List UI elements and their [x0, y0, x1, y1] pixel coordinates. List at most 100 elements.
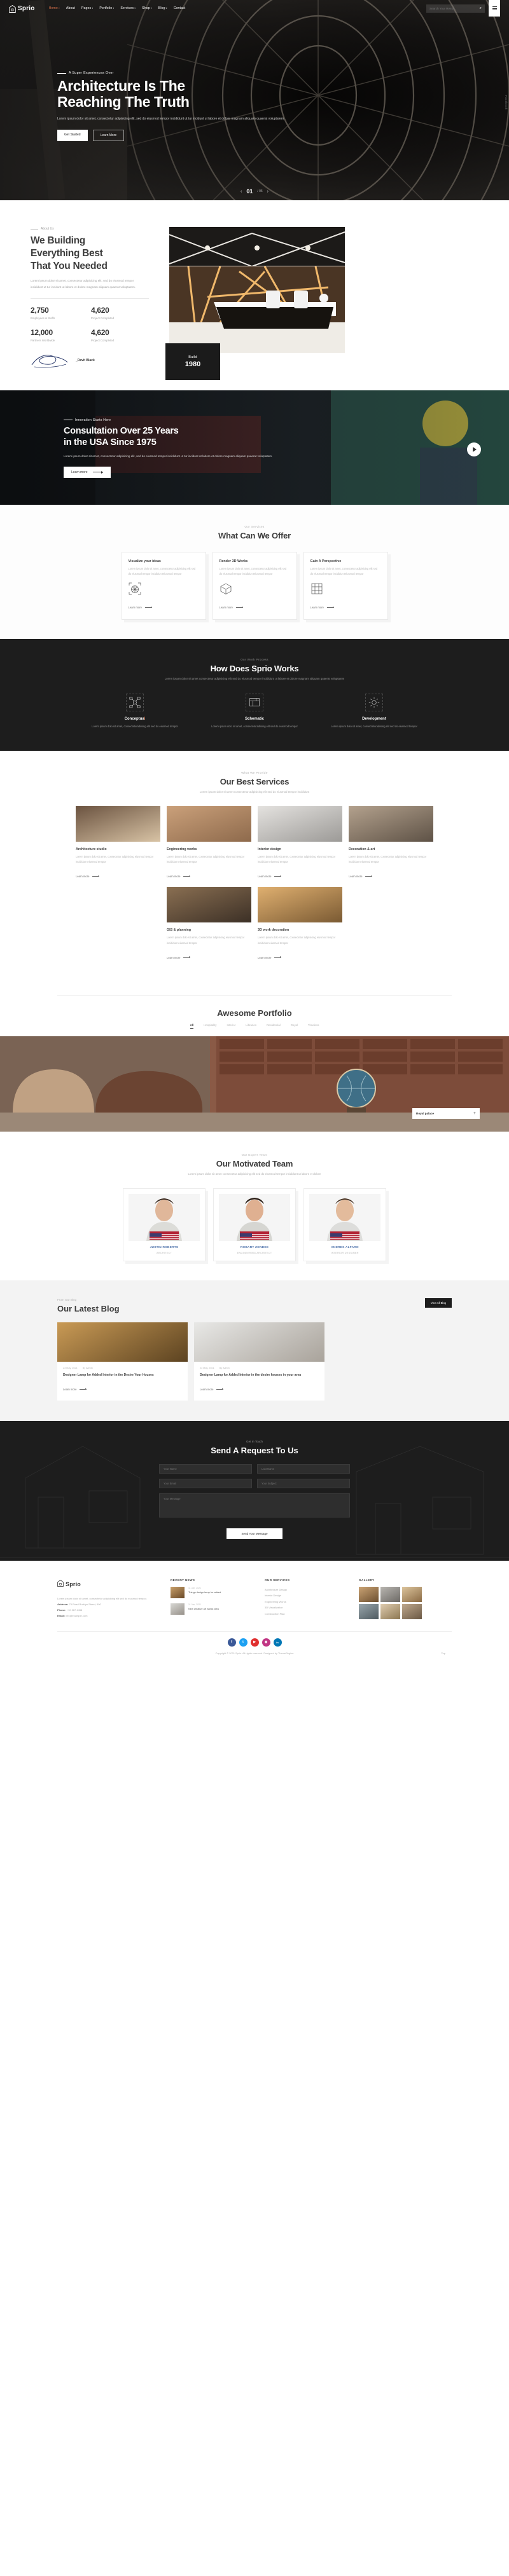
gallery-thumb[interactable]: [402, 1586, 422, 1602]
blog-card-link[interactable]: Learn more: [200, 1388, 224, 1391]
stat-value: 4,620: [91, 327, 109, 337]
gallery-thumb[interactable]: [402, 1603, 422, 1619]
email-field[interactable]: [159, 1478, 252, 1488]
play-video-button[interactable]: [467, 442, 481, 456]
team-member-card[interactable]: JUSTIN ROBERTS ARCHITECT: [123, 1188, 206, 1262]
service-link[interactable]: Learn more: [258, 875, 282, 878]
hero-title-line1: Architecture Is The: [57, 78, 185, 94]
service-card[interactable]: Architecture studio Lorem ipsum dolo sit…: [76, 806, 160, 880]
logo[interactable]: Sprio: [9, 4, 35, 13]
footer-services-title: OUR SERVICES: [265, 1578, 290, 1582]
nav-item-pages[interactable]: Pages▾: [81, 6, 93, 10]
scroll-to-top-button[interactable]: Top: [442, 1652, 445, 1655]
offer-card[interactable]: Gain A Perspective Lorem ipsum dolo sit …: [303, 551, 388, 620]
gallery-thumb[interactable]: [359, 1586, 379, 1602]
gallery-thumb[interactable]: [380, 1603, 400, 1619]
footer-news-item[interactable]: 11 Jan, 2021 Things design lamp for adde…: [171, 1586, 253, 1598]
footer-service-link[interactable]: 3D Visualization: [265, 1605, 347, 1611]
footer-logo[interactable]: Sprio: [57, 1579, 159, 1590]
portfolio-tab-residential[interactable]: Residential: [267, 1024, 281, 1029]
lastname-field[interactable]: [257, 1463, 350, 1474]
footer-service-link[interactable]: Construction Plan: [265, 1611, 347, 1617]
menu-toggle-button[interactable]: [489, 0, 500, 17]
blog-card-link[interactable]: Learn more: [63, 1388, 87, 1391]
footer-service-link[interactable]: Interior Design: [265, 1593, 347, 1599]
offer-card[interactable]: Visualize your ideas Lorem ipsum dolo si…: [121, 551, 206, 620]
nav-item-blog[interactable]: Blog▾: [158, 6, 167, 10]
arrow-right-icon: [274, 875, 282, 877]
offer-card[interactable]: Render 3D Works Lorem ipsum dolo sit ame…: [212, 551, 297, 620]
twitter-icon[interactable]: t: [239, 1638, 248, 1647]
blog-thumbnail: [57, 1322, 188, 1362]
blog-card[interactable]: 23 May, 2021 By Admin Designer Lamp for …: [57, 1322, 188, 1401]
service-card[interactable]: 3D work decoration Lorem ipsum dolo sit …: [258, 887, 342, 961]
portfolio-expand-icon[interactable]: +: [473, 1111, 476, 1116]
works-heading: Our Work Process How Does Sprio Works Lo…: [57, 658, 452, 682]
gallery-thumb[interactable]: [380, 1586, 400, 1602]
gallery-thumb[interactable]: [359, 1603, 379, 1619]
portfolio-tab-libraries[interactable]: Libraries: [246, 1024, 256, 1029]
view-all-blog-button[interactable]: View All Blog: [424, 1298, 452, 1308]
footer-service-link[interactable]: Architecture Design: [265, 1587, 347, 1593]
footer-news-title: RECENT NEWS: [171, 1578, 195, 1582]
portfolio-tab-all[interactable]: All: [190, 1024, 194, 1029]
nav-item-shop[interactable]: Shop▾: [142, 6, 152, 10]
portfolio-tab-hospitality[interactable]: Hospitality: [204, 1024, 216, 1029]
slider-prev-icon[interactable]: ‹: [241, 189, 242, 194]
about-grid: About Us We Building Everything Best Tha…: [0, 227, 509, 380]
youtube-icon[interactable]: ▶: [250, 1638, 259, 1647]
slider-next-icon[interactable]: ›: [267, 189, 268, 194]
nav-item-services[interactable]: Services▾: [120, 6, 136, 10]
main-nav: Home▾ About Pages▾ Portfolio▾ Services▾ …: [49, 6, 186, 10]
service-link[interactable]: Learn more: [258, 956, 282, 959]
consultation-learn-more-button[interactable]: Learn more: [64, 466, 111, 478]
portfolio-gallery-strip[interactable]: Royal palace +: [0, 1036, 509, 1132]
nav-item-portfolio[interactable]: Portfolio▾: [99, 6, 114, 10]
service-link[interactable]: Learn more: [76, 875, 100, 878]
name-field[interactable]: [159, 1463, 252, 1474]
footer-address-value: 75 Road Broklyn Street, 600: [69, 1602, 101, 1606]
footer-phone-value[interactable]: +10 367 4458: [67, 1608, 83, 1612]
search-box[interactable]: ⌕: [426, 4, 485, 13]
flag-icon: [240, 1231, 269, 1240]
service-card[interactable]: Engineering works Lorem ipsum dolo sit a…: [167, 806, 251, 880]
subject-field[interactable]: [257, 1478, 350, 1488]
team-subtitle: Lorem ipsum dolor sit amet consectetur a…: [188, 1172, 321, 1175]
get-started-button[interactable]: Get Started: [57, 129, 88, 141]
send-message-button[interactable]: Send Your Message: [227, 1528, 282, 1539]
offer-card-link[interactable]: Learn more: [129, 606, 152, 609]
offer-card-link[interactable]: Learn more: [220, 606, 243, 609]
service-link[interactable]: Learn more: [167, 956, 191, 959]
side-social-facebook[interactable]: Facebook: [505, 95, 508, 109]
portfolio-tab-interior[interactable]: Interior: [227, 1024, 236, 1029]
nav-item-contact[interactable]: Contact: [174, 6, 186, 10]
nav-item-about[interactable]: About: [66, 6, 75, 10]
footer-service-link[interactable]: Engineering Works: [265, 1599, 347, 1605]
portfolio-tab-timeless[interactable]: Timeless: [308, 1024, 319, 1029]
footer-gallery-title: GALLERY: [359, 1578, 375, 1582]
team-member-card[interactable]: ANDRES ALFARO INTERIOR DESIGNER: [303, 1188, 386, 1262]
service-card[interactable]: Decoration & art Lorem ipsum dolo sit am…: [349, 806, 433, 880]
service-card[interactable]: GIS & planning Lorem ipsum dolo sit amet…: [167, 887, 251, 961]
blog-card[interactable]: 23 May, 2021 By Admin Designer Lamp for …: [194, 1322, 324, 1401]
offer-card-text: Lorem ipsum dolo sit amet, consectetur a…: [128, 566, 196, 575]
search-input[interactable]: [429, 6, 477, 10]
offer-card-link[interactable]: Learn more: [310, 606, 334, 609]
facebook-icon[interactable]: f: [227, 1638, 236, 1647]
footer-email-value[interactable]: info@example.com: [66, 1614, 87, 1617]
linkedin-icon[interactable]: in: [273, 1638, 282, 1647]
service-link[interactable]: Learn more: [167, 875, 191, 878]
nav-item-home[interactable]: Home▾: [49, 6, 60, 10]
instagram-icon[interactable]: ◉: [261, 1638, 270, 1647]
arrow-right-icon: [183, 875, 191, 877]
message-field[interactable]: [159, 1493, 350, 1518]
portfolio-caption[interactable]: Royal palace +: [412, 1107, 480, 1119]
footer-news-item[interactable]: 11 Jan, 2021 New creative art works idea: [171, 1603, 253, 1615]
portfolio-tab-royal[interactable]: Royal: [291, 1024, 298, 1029]
service-link[interactable]: Learn more: [349, 875, 373, 878]
team-member-card[interactable]: ROBART ZONDEE ENGINEERING ARCHITECT: [213, 1188, 296, 1262]
flag-icon: [150, 1231, 179, 1240]
service-card[interactable]: Interior design Lorem ipsum dolo sit ame…: [258, 806, 342, 880]
search-icon[interactable]: ⌕: [480, 6, 482, 11]
learn-more-button[interactable]: Learn More: [92, 129, 125, 141]
